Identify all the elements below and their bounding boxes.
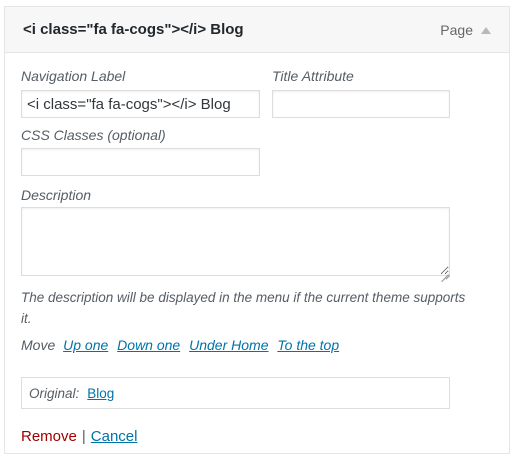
menu-item-type: Page — [440, 22, 473, 38]
menu-item-settings-panel: <i class="fa fa-cogs"></i> Blog Page Nav… — [4, 6, 510, 454]
description-label: Description — [21, 187, 92, 203]
move-down-one-link[interactable]: Down one — [117, 337, 180, 353]
move-label: Move — [21, 337, 56, 353]
menu-item-title: <i class="fa fa-cogs"></i> Blog — [23, 21, 244, 38]
move-to-top-link[interactable]: To the top — [277, 337, 339, 353]
title-attribute-input[interactable] — [272, 90, 450, 118]
triangle-up-icon[interactable] — [481, 27, 491, 34]
move-up-one-link[interactable]: Up one — [63, 337, 108, 353]
navigation-label-input[interactable] — [21, 90, 260, 118]
original-label: Original: — [29, 385, 80, 401]
title-attribute-label: Title Attribute — [272, 68, 354, 84]
original-link-box: Original: Blog — [21, 377, 450, 409]
move-controls: Move Up one Down one Under Home To the t… — [21, 337, 344, 353]
description-textarea[interactable] — [21, 207, 450, 276]
action-separator: | — [81, 428, 86, 445]
menu-item-actions: Remove | Cancel — [21, 428, 137, 445]
navigation-label-label: Navigation Label — [21, 68, 126, 84]
remove-link[interactable]: Remove — [21, 428, 77, 445]
css-classes-input[interactable] — [21, 148, 260, 176]
original-blog-link[interactable]: Blog — [87, 386, 114, 401]
move-under-home-link[interactable]: Under Home — [189, 337, 268, 353]
cancel-link[interactable]: Cancel — [91, 428, 138, 445]
description-hint: The description will be displayed in the… — [21, 290, 466, 326]
css-classes-label: CSS Classes (optional) — [21, 127, 166, 143]
menu-item-controls: Page — [440, 22, 491, 38]
menu-item-header[interactable]: <i class="fa fa-cogs"></i> Blog Page — [5, 7, 509, 53]
